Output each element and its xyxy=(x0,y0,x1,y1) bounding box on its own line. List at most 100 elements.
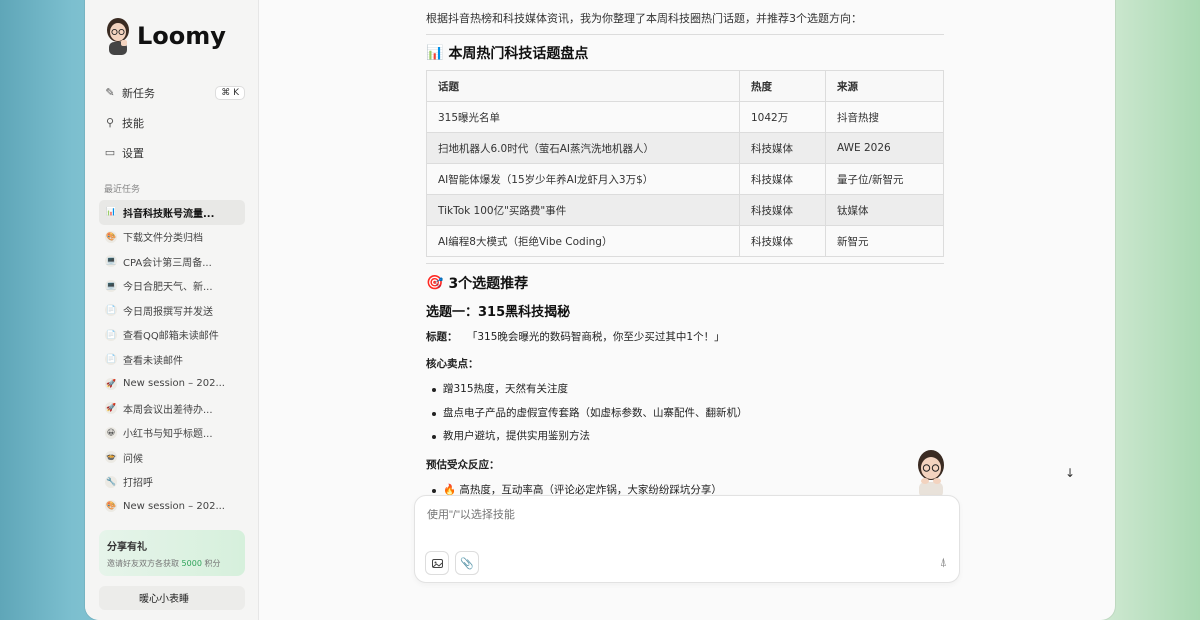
palette-icon: 🎨 xyxy=(105,500,117,513)
table-row: 扫地机器人6.0时代（萤石AI蒸汽洗地机器人） 科技媒体 AWE 2026 xyxy=(426,132,944,164)
hot-topics-table: 话题 热度 来源 315曝光名单 1042万 抖音热搜 扫地机器人6.0时代（萤石A… xyxy=(426,70,944,257)
table-cell: 科技媒体 xyxy=(739,194,826,226)
document-icon: 📄 xyxy=(105,353,117,366)
recent-item-label: 今日合肥天气、新... xyxy=(123,282,213,294)
nav-label: 技能 xyxy=(122,117,144,130)
mascot-avatar-icon xyxy=(918,450,944,498)
recent-tasks-list: 📊 抖音科技账号流量... 🎨 下载文件分类归档 💻 CPA会计第三周备... 💻 今日… xyxy=(99,200,245,519)
table-cell: 315曝光名单 xyxy=(426,101,740,133)
table-cell: 量子位/新智元 xyxy=(825,163,944,195)
table-cell: 科技媒体 xyxy=(739,163,826,195)
section-heading-topic-recommendations: 🎯 3个选题推荐 xyxy=(426,273,528,293)
divider xyxy=(426,263,944,264)
recent-tasks-heading: 最近任务 xyxy=(104,185,141,195)
chart-icon: 📊 xyxy=(426,45,444,61)
divider xyxy=(426,34,944,35)
recent-item[interactable]: 💻 CPA会计第三周备... xyxy=(99,249,245,274)
nav-label: 新任务 xyxy=(122,87,155,100)
target-icon: 🎯 xyxy=(426,275,444,291)
recent-item-label: 本周会议出差待办... xyxy=(123,404,213,416)
nav-item-skills[interactable]: ⚲ 技能 xyxy=(99,108,245,138)
recent-item[interactable]: 🚀 本周会议出差待办... xyxy=(99,396,245,421)
table-row: TikTok 100亿"买路费"事件 科技媒体 钛媒体 xyxy=(426,194,944,226)
recent-item-label: New session – 202... xyxy=(123,500,225,512)
nav-label: 设置 xyxy=(122,147,144,160)
table-cell: 新智元 xyxy=(825,225,944,257)
recent-item-label: 小红书与知乎标题... xyxy=(123,429,213,441)
table-cell: AI编程8大模式（拒绝Vibe Coding） xyxy=(426,225,740,257)
avatar-icon xyxy=(107,18,129,55)
rocket-icon: 🚀 xyxy=(105,402,117,415)
laptop-icon: 💻 xyxy=(105,279,117,292)
table-cell: AI智能体爆发（15岁少年养AI龙虾月入3万$） xyxy=(426,163,740,195)
recent-item-label: 抖音科技账号流量... xyxy=(123,208,215,220)
table-cell: 1042万 xyxy=(739,101,826,133)
main-panel: 根据抖音热榜和科技媒体资讯，我为你整理了本周科技圈热门话题，并推荐3个选题方向：… xyxy=(259,0,1115,620)
sidebar-nav: ✎ 新任务 ⌘ K ⚲ 技能 ▭ 设置 xyxy=(99,78,245,168)
share-title: 分享有礼 xyxy=(107,542,147,553)
section-title: 本周热门科技话题盘点 xyxy=(448,46,589,62)
topic-title-value: 「315晚会曝光的数码智商税，你至少买过其中1个！」 xyxy=(466,331,725,343)
intro-text: 根据抖音热榜和科技媒体资讯，我为你整理了本周科技圈热门话题，并推荐3个选题方向： xyxy=(426,12,862,25)
recent-item-label: 今日周报撰写并发送 xyxy=(123,306,213,318)
document-icon: 📄 xyxy=(105,328,117,341)
edit-icon: ✎ xyxy=(105,86,115,99)
app-window: Loomy ✎ 新任务 ⌘ K ⚲ 技能 ▭ 设置 最近任务 📊 抖音科技账号流量… xyxy=(85,0,1115,620)
recent-item-label: 打招呼 xyxy=(123,478,153,490)
app-name: Loomy xyxy=(137,22,226,50)
recent-item[interactable]: 🎨 New session – 202... xyxy=(99,494,245,519)
table-header-row: 话题 热度 来源 xyxy=(426,70,944,102)
recent-item[interactable]: 🔧 打招呼 xyxy=(99,470,245,495)
recent-item[interactable]: 💻 今日合肥天气、新... xyxy=(99,274,245,299)
recent-item[interactable]: 🍲 问候 xyxy=(99,445,245,470)
share-desc-prefix: 邀请好友双方各获取 xyxy=(107,559,179,568)
scroll-down-arrow-icon[interactable]: ↓ xyxy=(1065,466,1075,480)
folder-settings-icon: ▭ xyxy=(104,146,116,159)
image-icon xyxy=(431,558,443,568)
topic-title-line: 标题： 「315晚会曝光的数码智商税，你至少买过其中1个！」 xyxy=(426,329,725,344)
recent-item[interactable]: 🎨 下载文件分类归档 xyxy=(99,225,245,250)
recent-item-label: New session – 202... xyxy=(123,378,225,390)
table-cell: 科技媒体 xyxy=(739,132,826,164)
topic-heading: 选题一：315黑科技揭秘 xyxy=(426,305,571,320)
table-row: 315曝光名单 1042万 抖音热搜 xyxy=(426,101,944,133)
selling-points-label-text: 核心卖点： xyxy=(426,358,479,370)
palette-icon: 🎨 xyxy=(105,230,117,243)
selling-points-list: 蹭315热度，天然有关注度 盘点电子产品的虚假宣传套路（如虚标参数、山寨配件、翻… xyxy=(426,378,748,449)
topic-title-label: 标题： xyxy=(426,331,458,343)
table-cell: 科技媒体 xyxy=(739,225,826,257)
share-rewards-card[interactable]: 分享有礼 邀请好友双方各获取 5000 积分 xyxy=(99,530,245,576)
shortcut-badge: ⌘ K xyxy=(215,86,245,100)
share-desc: 邀请好友双方各获取 5000 积分 xyxy=(107,558,220,569)
share-desc-suffix: 积分 xyxy=(204,559,221,568)
skills-icon: ⚲ xyxy=(105,116,115,129)
reaction-label-text: 预估受众反应： xyxy=(426,459,500,471)
attach-button[interactable]: 📎 xyxy=(455,551,479,575)
recent-item[interactable]: 📊 抖音科技账号流量... xyxy=(99,200,245,225)
send-icon[interactable]: ⍋ xyxy=(940,555,947,570)
recent-item[interactable]: 📄 查看未读邮件 xyxy=(99,347,245,372)
smile-icon: 😀 xyxy=(105,426,117,439)
reaction-label: 预估受众反应： xyxy=(426,457,500,472)
recent-item[interactable]: 📄 今日周报撰写并发送 xyxy=(99,298,245,323)
column-header: 热度 xyxy=(739,70,826,102)
rocket-icon: 🚀 xyxy=(105,377,117,390)
document-icon: 📄 xyxy=(105,304,117,317)
image-upload-button[interactable] xyxy=(425,551,449,575)
laptop-icon: 💻 xyxy=(105,255,117,268)
chart-icon: 📊 xyxy=(105,206,117,219)
recent-item[interactable]: 🚀 New session – 202... xyxy=(99,372,245,397)
recent-item[interactable]: 📄 查看QQ邮箱未读邮件 xyxy=(99,323,245,348)
nav-item-new-task[interactable]: ✎ 新任务 ⌘ K xyxy=(99,78,245,108)
recent-item[interactable]: 😀 小红书与知乎标题... xyxy=(99,421,245,446)
recent-item-label: 问候 xyxy=(123,453,143,465)
list-item: 盘点电子产品的虚假宣传套路（如虚标参数、山寨配件、翻新机） xyxy=(432,402,748,426)
recent-item-label: 查看未读邮件 xyxy=(123,355,183,367)
nav-item-settings[interactable]: ▭ 设置 xyxy=(99,138,245,168)
recent-item-label: 下载文件分类归档 xyxy=(123,233,203,245)
user-profile[interactable]: 暖心小表睡 xyxy=(99,586,245,610)
wrench-icon: 🔧 xyxy=(105,475,117,488)
list-item: 蹭315热度，天然有关注度 xyxy=(432,378,748,402)
message-input[interactable] xyxy=(425,508,849,522)
user-name: 暖心小表睡 xyxy=(139,594,189,605)
